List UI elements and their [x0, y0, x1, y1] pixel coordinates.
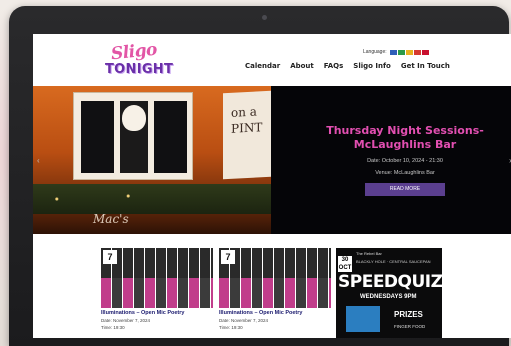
- nav-about[interactable]: About: [290, 62, 314, 70]
- event-card-time: Time: 19:30: [219, 325, 243, 330]
- christmas-garland: [33, 184, 271, 214]
- pub-window: [73, 92, 193, 180]
- event-card-title[interactable]: Illuminations – Open Mic Poetry: [219, 310, 302, 316]
- event-card[interactable]: 7 Illuminations – Open Mic Poetry Date: …: [101, 248, 213, 338]
- window-pane: [154, 101, 187, 173]
- pint-sign-text: on a PINT: [231, 104, 263, 136]
- event-venue: Venue: McLaughlins Bar: [375, 170, 435, 176]
- prev-slide-icon[interactable]: ‹: [37, 156, 40, 165]
- event-card-date: Date: November 7, 2024: [219, 318, 269, 323]
- event-card-image-row: [219, 278, 331, 308]
- quiz-day-month: OCT: [338, 265, 352, 271]
- site-logo[interactable]: Sligo TONIGHT: [105, 39, 173, 82]
- snowman-decoration: [122, 105, 146, 131]
- quiz-schedule: WEDNESDAYS 9PM: [360, 294, 417, 300]
- prize-boxes-image: [346, 306, 380, 332]
- speedquiz-card[interactable]: The Rebel Bar 30 OCT BLACKLY HOLE · CENT…: [336, 248, 443, 338]
- flag-icon-4[interactable]: [413, 49, 421, 55]
- quiz-day-number: 30: [341, 257, 349, 263]
- read-more-button[interactable]: READ MORE: [365, 183, 445, 196]
- event-card-image-row: [101, 278, 213, 308]
- event-card-title[interactable]: Illuminations – Open Mic Poetry: [101, 310, 184, 316]
- nav-calendar[interactable]: Calendar: [245, 62, 280, 70]
- quiz-food: FINGER FOOD: [394, 324, 426, 329]
- quiz-title: SPEEDQUIZ: [338, 272, 443, 292]
- flag-icon-3[interactable]: [405, 49, 413, 55]
- event-card-day: 7: [221, 250, 235, 264]
- laptop-frame: Sligo TONIGHT Language: Calendar About F…: [9, 6, 511, 346]
- browser-screen: Sligo TONIGHT Language: Calendar About F…: [33, 34, 511, 338]
- window-pane: [81, 101, 114, 173]
- nav-faqs[interactable]: FAQs: [324, 62, 344, 70]
- quiz-subtitle: BLACKLY HOLE · CENTRAL SAUCEPAN: [356, 259, 431, 264]
- event-date: Date: October 10, 2024 - 21:30: [367, 158, 443, 164]
- speedquiz-poster: The Rebel Bar 30 OCT BLACKLY HOLE · CENT…: [336, 248, 443, 338]
- event-card-date: Date: November 7, 2024: [101, 318, 151, 323]
- quiz-prizes: PRIZES: [394, 310, 423, 319]
- quiz-venue: The Rebel Bar: [356, 251, 382, 256]
- site-header: Sligo TONIGHT Language: Calendar About F…: [33, 34, 511, 86]
- hero-photo: on a PINT Mac's: [33, 86, 271, 234]
- nav-sligo-info[interactable]: Sligo Info: [353, 62, 391, 70]
- main-nav: Calendar About FAQs Sligo Info Get In To…: [245, 62, 460, 70]
- flag-icon-1[interactable]: [389, 49, 397, 55]
- logo-bottom-text: TONIGHT: [105, 62, 174, 77]
- event-card[interactable]: 7 Illuminations – Open Mic Poetry Date: …: [219, 248, 331, 338]
- flag-icon-2[interactable]: [397, 49, 405, 55]
- logo-top-text: Sligo: [110, 39, 158, 65]
- language-selector: Language:: [363, 48, 430, 56]
- pint-sign: on a PINT: [223, 90, 271, 180]
- event-title[interactable]: Thursday Night Sessions-McLaughlins Bar: [305, 124, 505, 152]
- hero-slider: on a PINT Mac's ‹ › Thursday Night Sessi…: [33, 86, 511, 234]
- event-card-day: 7: [103, 250, 117, 264]
- event-cards: 7 Illuminations – Open Mic Poetry Date: …: [33, 234, 511, 338]
- nav-get-in-touch[interactable]: Get In Touch: [401, 62, 450, 70]
- quiz-date-badge: 30 OCT: [338, 256, 352, 272]
- language-label: Language:: [363, 49, 387, 55]
- camera-icon: [262, 15, 267, 20]
- event-card-time: Time: 19:30: [101, 325, 125, 330]
- flag-icon-5[interactable]: [421, 49, 429, 55]
- pub-name-sign: Mac's: [93, 212, 129, 226]
